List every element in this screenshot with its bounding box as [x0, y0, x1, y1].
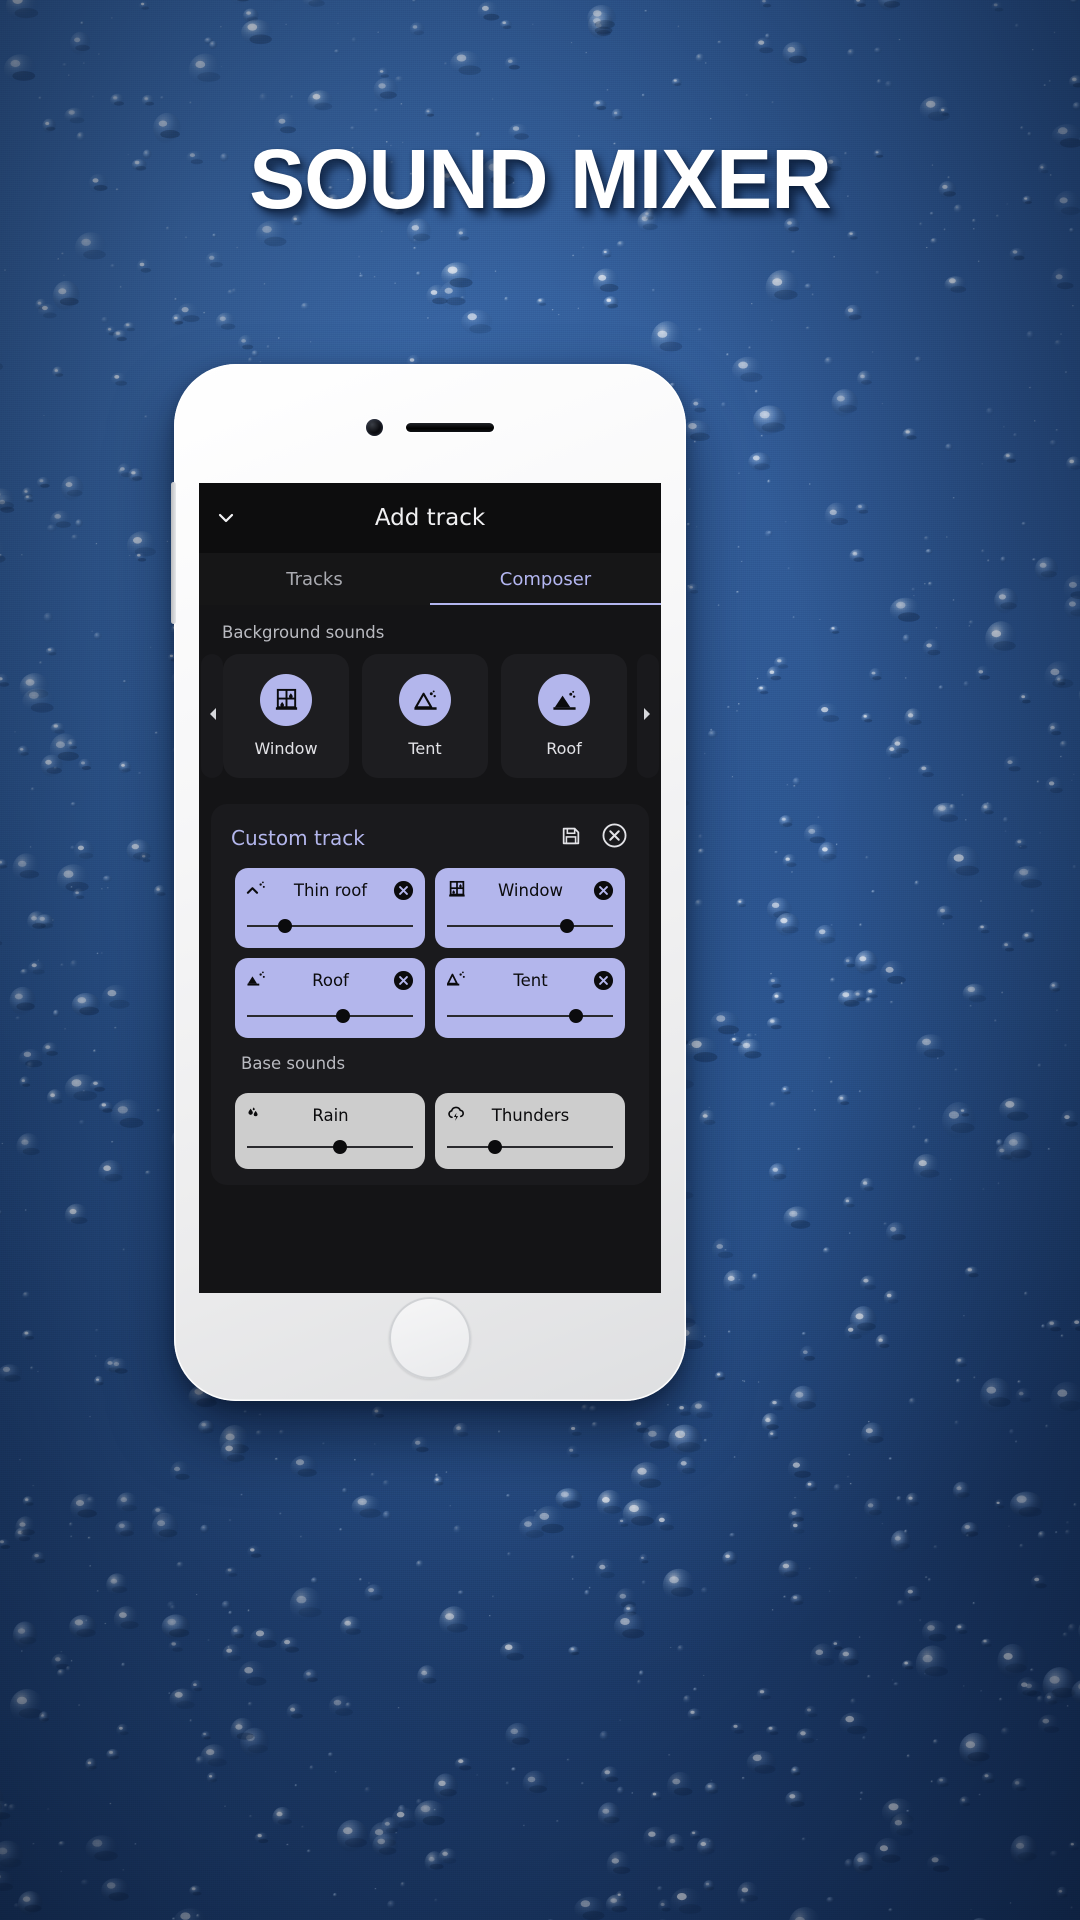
app-screen: Add track Tracks Composer Background sou… [199, 483, 661, 1293]
background-sound-name: Window [254, 739, 318, 758]
window-rain-icon [446, 880, 468, 900]
mixer-track-name: Tent [513, 970, 548, 990]
poster-headline: SOUND MIXER [249, 132, 832, 226]
mixer-card-thunders[interactable]: Thunders [435, 1093, 625, 1169]
mixer-track-name: Roof [312, 970, 349, 990]
custom-track-actions [560, 823, 627, 853]
base-sounds-grid: Rain Thunders [223, 1093, 637, 1169]
mixer-track-name: Thin roof [293, 880, 368, 900]
window-rain-icon [260, 674, 312, 726]
mixer-card-window[interactable]: Window [435, 868, 625, 948]
tent-icon [446, 970, 468, 990]
background-sound-card-tent[interactable]: Tent [362, 654, 488, 778]
slider-track [247, 925, 413, 927]
remove-track-icon[interactable] [393, 880, 414, 901]
mixer-card-tent[interactable]: Tent [435, 958, 625, 1038]
background-sound-name: Roof [546, 739, 582, 758]
base-sounds-label: Base sounds [241, 1054, 346, 1073]
close-circle-icon[interactable] [602, 823, 627, 853]
slider-knob[interactable] [332, 1140, 347, 1154]
slider-knob[interactable] [278, 919, 293, 933]
chevron-left-icon[interactable] [207, 707, 219, 721]
remove-track-icon[interactable] [593, 880, 614, 901]
save-icon[interactable] [560, 825, 582, 852]
remove-track-icon[interactable] [593, 970, 614, 991]
tab-tracks[interactable]: Tracks [199, 553, 430, 605]
composer-body: Background sounds Window Tent Roof Custo… [199, 605, 661, 1293]
mixer-track-name: Window [497, 880, 564, 900]
background-sound-card-window[interactable]: Window [223, 654, 349, 778]
custom-track-panel: Custom track Thin roof Window Roof Tent … [211, 804, 649, 1185]
mixer-track-name: Thunders [491, 1105, 570, 1125]
roof-icon [538, 674, 590, 726]
slider-track [447, 925, 613, 927]
front-camera [366, 419, 383, 436]
carousel-row: Window Tent Roof [199, 654, 661, 778]
background-sounds-label: Background sounds [222, 623, 385, 642]
volume-slider[interactable] [447, 1009, 613, 1023]
mixer-card-roof[interactable]: Roof [235, 958, 425, 1038]
raindrops-icon [246, 1105, 268, 1125]
earpiece-speaker [406, 423, 494, 432]
page-title: Add track [374, 505, 486, 531]
background-sound-card-roof[interactable]: Roof [501, 654, 627, 778]
slider-knob[interactable] [336, 1009, 351, 1023]
tent-icon [399, 674, 451, 726]
volume-slider[interactable] [447, 1140, 613, 1154]
remove-track-icon[interactable] [393, 970, 414, 991]
slider-track [447, 1146, 613, 1148]
chevron-right-icon[interactable] [641, 707, 653, 721]
custom-track-title: Custom track [231, 826, 365, 850]
volume-slider[interactable] [247, 1009, 413, 1023]
custom-track-grid: Thin roof Window Roof Tent [223, 868, 637, 1038]
custom-track-header: Custom track [223, 818, 637, 858]
slider-track [247, 1146, 413, 1148]
roof-icon [246, 970, 268, 990]
thundercloud-icon [446, 1105, 468, 1125]
mixer-track-name: Rain [312, 1105, 349, 1125]
mixer-card-rain[interactable]: Rain [235, 1093, 425, 1169]
tab-bar: Tracks Composer [199, 553, 661, 605]
slider-knob[interactable] [559, 919, 574, 933]
volume-slider[interactable] [247, 1140, 413, 1154]
slider-track [247, 1015, 413, 1017]
background-sounds-carousel[interactable]: Window Tent Roof [199, 654, 661, 788]
slider-track [447, 1015, 613, 1017]
tab-composer[interactable]: Composer [430, 553, 661, 605]
app-header: Add track [199, 483, 661, 553]
slider-knob[interactable] [488, 1140, 503, 1154]
phone-mockup: Add track Tracks Composer Background sou… [171, 364, 686, 1401]
background-sound-name: Tent [408, 739, 442, 758]
volume-slider[interactable] [247, 919, 413, 933]
volume-slider[interactable] [447, 919, 613, 933]
chevron-down-icon[interactable] [217, 510, 235, 526]
mixer-card-thin-roof[interactable]: Thin roof [235, 868, 425, 948]
home-button[interactable] [389, 1297, 471, 1379]
thin-roof-icon [246, 880, 268, 900]
slider-knob[interactable] [569, 1009, 584, 1023]
